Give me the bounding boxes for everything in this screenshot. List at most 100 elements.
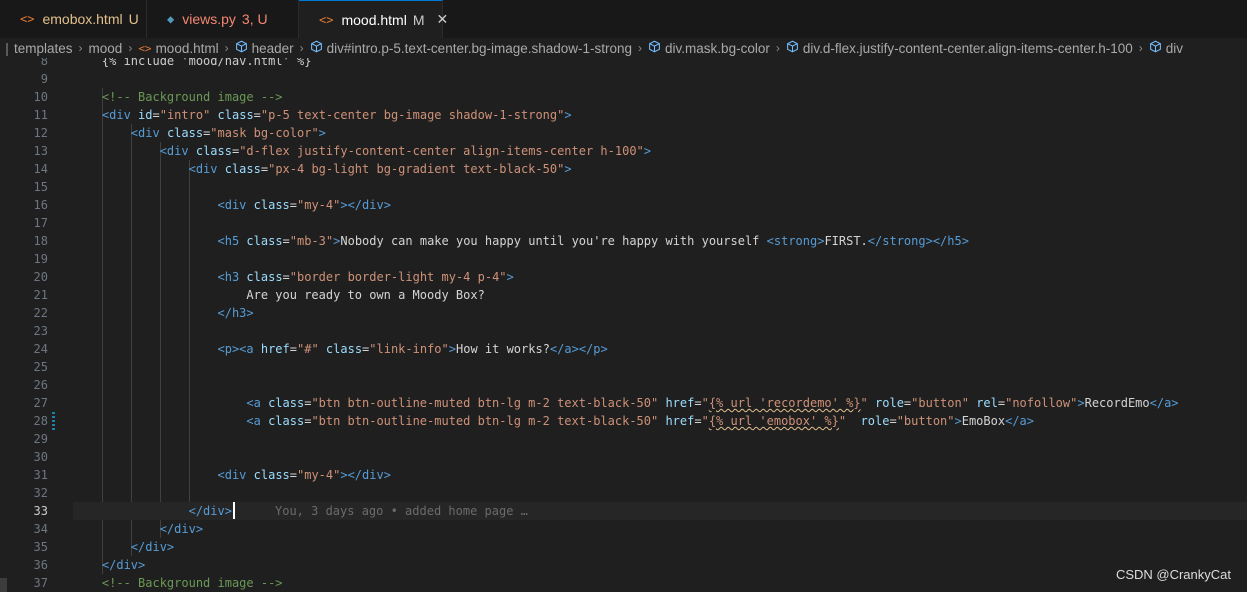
code-line[interactable]: 20 <h3 class="border border-light my-4 p… (0, 268, 1247, 286)
chevron-right-icon: › (775, 41, 780, 55)
code-token: <strong> (766, 234, 825, 248)
code-token: class (268, 414, 305, 428)
code-token: = (289, 342, 297, 356)
minimap-edge (0, 578, 7, 592)
line-number: 30 (33, 450, 48, 464)
editor-tab-bar: <> emobox.html U ◆ views.py 3, U <> mood.html M ✕ (0, 0, 1247, 39)
line-number: 17 (33, 216, 48, 230)
code-token: class (166, 126, 204, 140)
code-editor[interactable]: 8 {% include 'mood/nav.html' %} 9 10 <!-- … (0, 58, 1247, 592)
code-text: <div class="px-4 bg-light bg-gradient te… (73, 160, 572, 178)
code-line[interactable]: 37 <!-- Background image --> (0, 574, 1247, 592)
tab-status: U (128, 11, 139, 27)
code-token: class (195, 144, 232, 158)
code-line[interactable]: 28 <a class = "btn btn-outline-muted btn-l… (0, 412, 1247, 430)
code-line[interactable]: 19 (0, 250, 1247, 268)
code-line[interactable]: 18 <h5 class="mb-3">Nobody can make you … (0, 232, 1247, 250)
code-token: class (253, 468, 290, 482)
line-number: 29 (33, 432, 48, 446)
code-line[interactable]: 32 (0, 484, 1247, 502)
code-line[interactable]: 31 <div class="my-4"></div> (0, 466, 1247, 484)
code-token: href (665, 396, 695, 410)
line-number: 25 (33, 360, 48, 374)
code-line[interactable]: 14 <div class="px-4 bg-light bg-gradient… (0, 160, 1247, 178)
code-line[interactable]: 33 </div> You, 3 days ago • added home pa… (34, 502, 1247, 520)
code-token: = (289, 198, 297, 212)
code-text: </div> (73, 538, 174, 556)
code-line[interactable]: 17 (0, 214, 1247, 232)
code-line[interactable]: 11 <div id="intro" class="p-5 text-cente… (0, 106, 1247, 124)
code-token: <a (246, 396, 261, 410)
code-line[interactable]: 21 Are you ready to own a Moody Box? (0, 286, 1247, 304)
breadcrumb-label: templates (14, 40, 73, 56)
line-number: 15 (33, 180, 48, 194)
breadcrumb-item[interactable]: templates (14, 41, 73, 56)
code-token: > (506, 270, 514, 284)
code-line[interactable]: 26 (0, 376, 1247, 394)
code-line[interactable]: 8 {% include 'mood/nav.html' %} (0, 58, 1247, 70)
code-token: "intro" (159, 108, 211, 122)
code-token: class (217, 108, 254, 122)
code-token: class (268, 396, 305, 410)
code-line[interactable]: 34 </div> (0, 520, 1247, 538)
breadcrumb-item[interactable]: div.d-flex.justify-content-center.align-… (786, 40, 1133, 56)
code-line[interactable]: 22 </h3> (0, 304, 1247, 322)
code-line[interactable]: 35 </div> (0, 538, 1247, 556)
code-token: </div> (188, 504, 232, 518)
code-token: <div (101, 108, 131, 122)
tab-emobox-html[interactable]: <> emobox.html U (0, 0, 147, 38)
chevron-right-icon: › (299, 41, 304, 55)
tab-label: mood.html (341, 11, 407, 28)
code-line[interactable]: 24 <p><a href="#" class="link-info">How … (0, 340, 1247, 358)
tab-mood-html[interactable]: <> mood.html M ✕ (299, 0, 448, 38)
line-number: 33 (33, 504, 48, 518)
code-token: {% url 'emobox' %} (708, 414, 839, 428)
code-line[interactable]: 9 (0, 70, 1247, 88)
line-number: 36 (33, 558, 48, 572)
code-token: = (282, 234, 290, 248)
breadcrumb-label: header (251, 40, 294, 56)
code-line[interactable]: 30 (0, 448, 1247, 466)
tab-views-py[interactable]: ◆ views.py 3, U (147, 0, 299, 38)
code-text: <div class="mask bg-color"> (73, 124, 326, 142)
breadcrumb-item[interactable]: div.mask.bg-color (648, 40, 770, 56)
code-text: </div> (73, 502, 232, 520)
breadcrumb-item[interactable]: header (235, 40, 294, 56)
code-line[interactable]: 15 (0, 178, 1247, 196)
code-text: {% include 'mood/nav.html' %} (73, 58, 312, 70)
code-token: = (694, 396, 702, 410)
close-icon[interactable]: ✕ (436, 11, 448, 28)
code-line[interactable]: 12 <div class="mask bg-color"> (0, 124, 1247, 142)
code-token: class (246, 270, 283, 284)
code-line[interactable]: 27 <a class = "btn btn-outline-muted btn-l… (0, 394, 1247, 412)
breadcrumb-item[interactable]: mood (89, 41, 123, 56)
code-token: class (246, 234, 283, 248)
line-number: 23 (33, 324, 48, 338)
line-number: 31 (33, 468, 48, 482)
code-line[interactable]: 16 <div class="my-4"></div> (0, 196, 1247, 214)
breadcrumb-item[interactable]: div (1149, 40, 1183, 56)
breadcrumb-item[interactable]: <> mood.html (138, 41, 218, 56)
code-token: </div> (159, 522, 204, 536)
code-token: > (954, 414, 962, 428)
code-token: "btn btn-outline-muted btn-lg m-2 text-b… (311, 396, 659, 410)
breadcrumb: | templates › mood › <> mood.html › header › div#i… (0, 38, 1247, 58)
code-line[interactable]: 23 (0, 322, 1247, 340)
code-token: class (325, 342, 363, 356)
code-line[interactable]: 10 <!-- Background image --> (0, 88, 1247, 106)
breadcrumb-item[interactable]: div#intro.p-5.text-center.bg-image.shado… (310, 40, 632, 56)
code-line[interactable]: 36 </div> (0, 556, 1247, 574)
code-token: "border border-light my-4 p-4" (289, 270, 507, 284)
line-number: 16 (33, 198, 48, 212)
line-number: 35 (33, 540, 48, 554)
code-line[interactable]: 29 (0, 430, 1247, 448)
chevron-right-icon: › (638, 41, 643, 55)
code-line[interactable]: 13 <div class="d-flex justify-content-ce… (0, 142, 1247, 160)
code-line[interactable]: 25 (0, 358, 1247, 376)
